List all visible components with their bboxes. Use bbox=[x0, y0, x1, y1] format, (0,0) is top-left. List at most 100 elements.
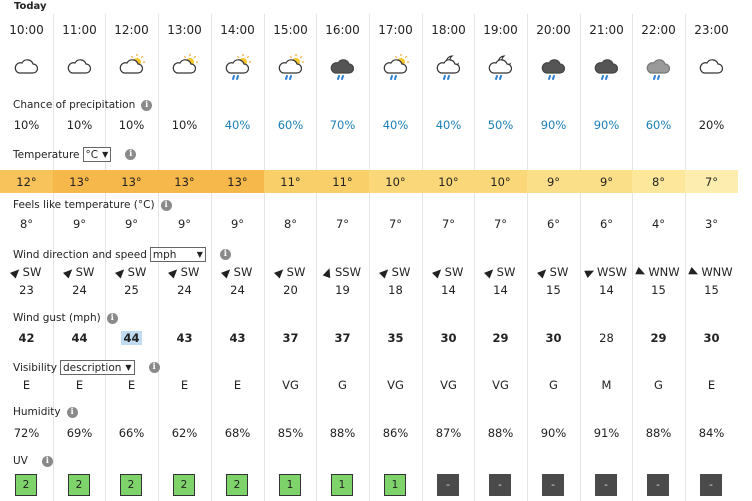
feels-like-value: 7° bbox=[441, 217, 456, 231]
wind-arrow-icon bbox=[220, 265, 233, 279]
wind-arrow-icon bbox=[584, 266, 596, 278]
temperature-cell: 10° bbox=[369, 170, 422, 193]
dark-cloud-rain-icon bbox=[316, 53, 369, 85]
wind-direction-label: SW bbox=[127, 265, 147, 279]
gust-value-text: 29 bbox=[650, 331, 667, 345]
temperature-cell: 10° bbox=[474, 170, 527, 193]
wind-direction-label: SSW bbox=[335, 265, 361, 279]
info-icon[interactable]: i bbox=[125, 149, 137, 160]
precip-value: 90% bbox=[593, 118, 620, 132]
wind-unit-select[interactable]: mph ▼ bbox=[149, 247, 206, 262]
precip-value: 10% bbox=[13, 118, 40, 132]
time-label: 14:00 bbox=[220, 23, 255, 37]
gust-value-text: 30 bbox=[440, 331, 457, 345]
temperature-cell: 11° bbox=[264, 170, 317, 193]
humidity-value: 68% bbox=[224, 426, 251, 440]
info-icon[interactable]: i bbox=[219, 249, 231, 260]
info-icon[interactable]: i bbox=[66, 406, 78, 418]
uv-badge: - bbox=[489, 474, 511, 496]
gust-value: 37 bbox=[316, 331, 369, 345]
gust-value: 29 bbox=[474, 331, 527, 345]
wind-arrow-icon bbox=[9, 265, 22, 279]
temperature-unit-select[interactable]: °C ▼ bbox=[82, 147, 112, 162]
temperature-cell: 13° bbox=[105, 170, 158, 193]
visibility-value: E bbox=[22, 378, 31, 392]
precip-value: 40% bbox=[382, 118, 409, 132]
uv-badge: 2 bbox=[120, 474, 142, 496]
chevron-down-icon: ▼ bbox=[102, 150, 109, 159]
time-label: 19:00 bbox=[483, 23, 518, 37]
dark-cloud-rain-icon bbox=[527, 53, 580, 85]
wind-speed: 19 bbox=[335, 283, 350, 297]
humidity-value: 91% bbox=[593, 426, 620, 440]
info-icon[interactable]: i bbox=[141, 99, 153, 111]
time-label: 11:00 bbox=[62, 23, 97, 37]
wind-speed: 14 bbox=[493, 283, 508, 297]
humidity-label: Humidity bbox=[13, 406, 61, 418]
wind-direction-label: SW bbox=[496, 265, 516, 279]
feels-like-label-row: Feels like temperature (°C) i bbox=[13, 199, 172, 211]
wind-direction-label: SW bbox=[286, 265, 306, 279]
gust-value-text: 29 bbox=[492, 331, 509, 345]
chevron-down-icon: ▼ bbox=[125, 363, 132, 372]
wind-direction-label: SW bbox=[391, 265, 411, 279]
gust-value: 42 bbox=[0, 331, 53, 345]
wind-direction: SW bbox=[105, 265, 158, 279]
time-label: 20:00 bbox=[536, 23, 571, 37]
humidity-value: 66% bbox=[118, 426, 145, 440]
wind-arrow-icon bbox=[431, 265, 444, 279]
info-icon[interactable]: i bbox=[41, 455, 53, 467]
gust-value: 28 bbox=[580, 331, 633, 345]
uv-badge: 1 bbox=[331, 474, 353, 496]
visibility-value: E bbox=[75, 378, 84, 392]
precip-value: 20% bbox=[698, 118, 725, 132]
info-icon[interactable]: i bbox=[148, 362, 160, 373]
wind-speed: 24 bbox=[230, 283, 245, 297]
uv-badge: 2 bbox=[173, 474, 195, 496]
humidity-value: 72% bbox=[13, 426, 40, 440]
gust-value-text: 44 bbox=[71, 331, 88, 345]
visibility-select[interactable]: description ▼ bbox=[60, 360, 135, 375]
visibility-value: E bbox=[707, 378, 716, 392]
humidity-value: 84% bbox=[698, 426, 725, 440]
feels-like-value: 3° bbox=[704, 217, 719, 231]
page-title: Today bbox=[14, 1, 47, 12]
info-icon[interactable]: i bbox=[160, 199, 172, 211]
visibility-label-row: Visibility description ▼ i bbox=[13, 360, 160, 375]
feels-like-label: Feels like temperature (°C) bbox=[13, 199, 155, 211]
visibility-value: E bbox=[127, 378, 136, 392]
gust-value: 30 bbox=[422, 331, 475, 345]
info-icon[interactable]: i bbox=[106, 312, 118, 324]
visibility-value: M bbox=[601, 378, 612, 392]
gust-value-text: 35 bbox=[387, 331, 404, 345]
wind-arrow-icon bbox=[635, 266, 648, 278]
time-label: 16:00 bbox=[325, 23, 360, 37]
time-label: 22:00 bbox=[641, 23, 676, 37]
gust-value: 37 bbox=[264, 331, 317, 345]
wind-speed: 24 bbox=[177, 283, 192, 297]
precip-value: 40% bbox=[224, 118, 251, 132]
temperature-cell: 11° bbox=[316, 170, 369, 193]
uv-badge: 2 bbox=[68, 474, 90, 496]
humidity-value: 88% bbox=[487, 426, 514, 440]
feels-like-value: 8° bbox=[19, 217, 34, 231]
gust-value: 43 bbox=[158, 331, 211, 345]
temperature-label: Temperature bbox=[13, 148, 80, 161]
precip-value: 60% bbox=[277, 118, 304, 132]
cloud-icon bbox=[0, 53, 53, 85]
sun-cloud-rain-icon bbox=[264, 53, 317, 85]
wind-direction: SW bbox=[0, 265, 53, 279]
visibility-value: VG bbox=[492, 378, 509, 392]
humidity-value: 90% bbox=[540, 426, 567, 440]
visibility-value: VG bbox=[440, 378, 457, 392]
uv-badge: 2 bbox=[15, 474, 37, 496]
wind-arrow-icon bbox=[483, 265, 496, 279]
feels-like-value: 7° bbox=[335, 217, 350, 231]
humidity-value: 87% bbox=[435, 426, 462, 440]
time-label: 13:00 bbox=[167, 23, 202, 37]
gust-value: 44 bbox=[105, 331, 158, 345]
wind-speed: 15 bbox=[704, 283, 719, 297]
dark-cloud-rain-icon bbox=[580, 53, 633, 85]
gust-value-text: 42 bbox=[18, 331, 35, 345]
uv-badge: - bbox=[647, 474, 669, 496]
